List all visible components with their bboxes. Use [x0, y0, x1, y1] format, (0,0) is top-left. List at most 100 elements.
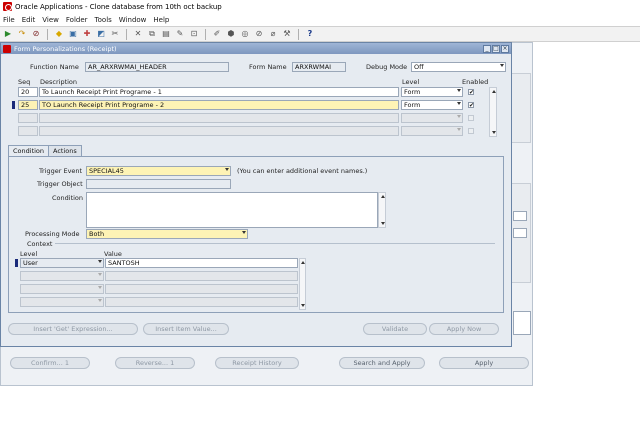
menu-help[interactable]: Help — [153, 16, 169, 24]
scroll-down-icon[interactable] — [381, 222, 385, 225]
fp-title: Form Personalizations (Receipt) — [14, 44, 117, 53]
level-cell[interactable]: Form — [401, 100, 463, 110]
level-cell[interactable] — [401, 126, 463, 136]
find-icon[interactable]: ▣ — [68, 29, 78, 39]
new-record-icon[interactable]: ◆ — [54, 29, 64, 39]
insert-item-value-button[interactable]: Insert Item Value... — [143, 323, 229, 335]
bg-field[interactable] — [513, 311, 531, 335]
menu-folder[interactable]: Folder — [66, 16, 88, 24]
scroll-up-icon[interactable] — [381, 195, 385, 198]
menu-window[interactable]: Window — [119, 16, 147, 24]
delete-icon[interactable]: ▤ — [161, 29, 171, 39]
help-icon[interactable]: ? — [305, 29, 315, 39]
processing-mode-value: Both — [89, 230, 105, 238]
condition-panel: Trigger Event SPECIAL45 (You can enter a… — [8, 156, 504, 313]
context-value-cell[interactable] — [105, 271, 298, 281]
form-personalizations-window: Form Personalizations (Receipt) _ □ × Fu… — [0, 42, 512, 347]
insert-get-expression-button[interactable]: Insert 'Get' Expression... — [8, 323, 138, 335]
condition-label: Condition — [52, 194, 84, 202]
context-divider — [55, 243, 495, 244]
scroll-up-icon[interactable] — [492, 90, 496, 93]
rules-scrollbar[interactable] — [489, 87, 497, 137]
processing-mode-select[interactable]: Both — [86, 229, 248, 239]
translate-icon[interactable]: ✐ — [212, 29, 222, 39]
toolbar-separator — [298, 28, 299, 40]
apply-now-button[interactable]: Apply Now — [429, 323, 499, 335]
context-value-cell[interactable]: SANTOSH — [105, 258, 298, 268]
search-apply-button[interactable]: Search and Apply — [339, 357, 425, 369]
description-cell[interactable]: TO Launch Receipt Print Programe - 2 — [39, 100, 399, 110]
apply-button[interactable]: Apply — [439, 357, 529, 369]
attachment-icon[interactable]: ⬢ — [226, 29, 236, 39]
cut-icon[interactable]: ◩ — [96, 29, 106, 39]
level-cell[interactable]: Form — [401, 87, 463, 97]
menu-view[interactable]: View — [42, 16, 59, 24]
zoom-icon[interactable]: ⊡ — [189, 29, 199, 39]
level-cell[interactable] — [401, 113, 463, 123]
paste-icon[interactable]: ✕ — [133, 29, 143, 39]
confirm-button[interactable]: Confirm... 1 — [10, 357, 90, 369]
toolbar: ▶ ↷ ⊘ ◆ ▣ ✚ ◩ ✂ ✕ ⧉ ▤ ✎ ⊡ ✐ ⬢ ◎ ⊘ ⌀ ⚒ ? — [0, 26, 640, 42]
print-icon[interactable]: ✚ — [82, 29, 92, 39]
context-level-cell[interactable] — [20, 271, 104, 281]
seq-cell[interactable] — [18, 113, 38, 123]
context-level-cell[interactable] — [20, 284, 104, 294]
next-icon[interactable]: ⊘ — [31, 29, 41, 39]
copy-icon[interactable]: ✂ — [110, 29, 120, 39]
link-icon[interactable]: ⌀ — [268, 29, 278, 39]
close-icon[interactable]: × — [501, 44, 509, 53]
open-icon[interactable]: ▶ — [3, 29, 13, 39]
context-value-cell[interactable] — [105, 284, 298, 294]
function-name-label: Function Name — [30, 63, 79, 71]
enabled-checkbox[interactable] — [468, 115, 474, 121]
bg-field[interactable] — [513, 228, 527, 238]
oracle-window-icon — [3, 44, 11, 53]
enabled-checkbox[interactable]: ✔ — [468, 89, 474, 96]
context-level-cell[interactable]: User — [20, 258, 104, 268]
form-name-field[interactable]: ARXRWMAI — [292, 62, 346, 72]
chevron-down-icon — [98, 299, 102, 302]
scroll-down-icon[interactable] — [301, 304, 305, 307]
description-cell[interactable]: To Launch Receipt Print Programe - 1 — [39, 87, 399, 97]
context-scrollbar[interactable] — [299, 258, 306, 310]
scroll-up-icon[interactable] — [301, 261, 305, 264]
trigger-event-field[interactable]: SPECIAL45 — [86, 166, 231, 176]
seq-cell[interactable]: 20 — [18, 87, 38, 97]
function-name-field[interactable]: AR_ARXRWMAI_HEADER — [85, 62, 229, 72]
minimize-icon[interactable]: _ — [483, 44, 491, 53]
enabled-checkbox[interactable] — [468, 128, 474, 134]
chevron-down-icon — [225, 168, 229, 171]
zoom-record-icon[interactable]: ⊘ — [254, 29, 264, 39]
tools-icon[interactable]: ⚒ — [282, 29, 292, 39]
current-record-indicator — [12, 101, 15, 109]
condition-textarea[interactable] — [86, 192, 378, 228]
validate-button[interactable]: Validate — [363, 323, 427, 335]
maximize-icon[interactable]: □ — [492, 44, 500, 53]
context-value-cell[interactable] — [105, 297, 298, 307]
bg-field[interactable] — [513, 211, 527, 221]
context-level-cell[interactable] — [20, 297, 104, 307]
save-icon[interactable]: ↷ — [17, 29, 27, 39]
menu-file[interactable]: File — [3, 16, 15, 24]
receipt-history-button[interactable]: Receipt History — [215, 357, 299, 369]
tab-actions[interactable]: Actions — [48, 145, 82, 156]
folder-icon[interactable]: ◎ — [240, 29, 250, 39]
menu-tools[interactable]: Tools — [95, 16, 112, 24]
trigger-object-label: Trigger Object — [37, 180, 83, 188]
seq-header: Seq — [18, 78, 31, 86]
condition-scrollbar[interactable] — [378, 192, 386, 228]
description-cell[interactable] — [39, 113, 399, 123]
debug-mode-select[interactable]: Off — [411, 62, 506, 72]
window-titlebar: Oracle Applications - Clone database fro… — [0, 0, 640, 13]
clear-icon[interactable]: ⧉ — [147, 29, 157, 39]
reverse-button[interactable]: Reverse... 1 — [115, 357, 195, 369]
enabled-checkbox[interactable]: ✔ — [468, 102, 474, 109]
seq-cell[interactable] — [18, 126, 38, 136]
tab-condition[interactable]: Condition — [8, 145, 50, 156]
edit-icon[interactable]: ✎ — [175, 29, 185, 39]
description-cell[interactable] — [39, 126, 399, 136]
scroll-down-icon[interactable] — [492, 131, 496, 134]
seq-cell[interactable]: 25 — [18, 100, 38, 110]
trigger-object-field[interactable] — [86, 179, 231, 189]
menu-edit[interactable]: Edit — [22, 16, 36, 24]
